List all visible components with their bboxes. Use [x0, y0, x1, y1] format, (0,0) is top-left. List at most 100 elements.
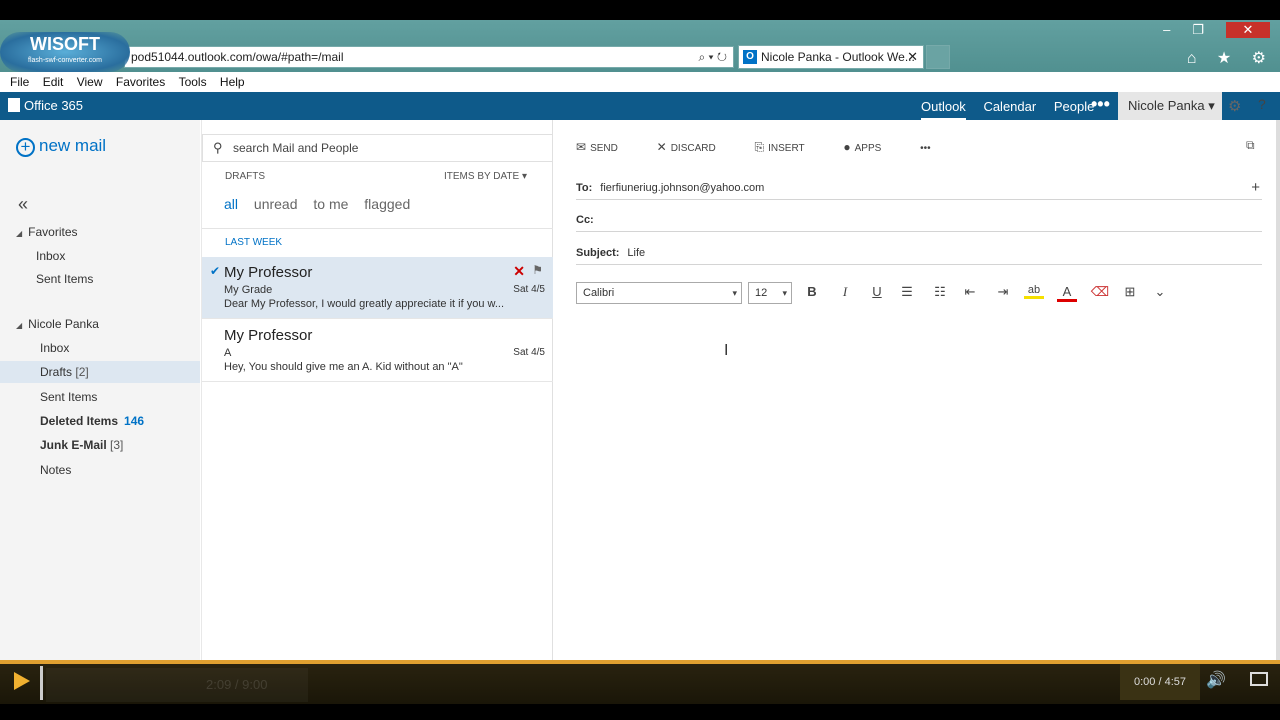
list-item[interactable]: My Professor A Hey, You should give me a…	[202, 320, 553, 382]
send-button[interactable]: ✉ SEND	[576, 140, 636, 154]
nav-calendar[interactable]: Calendar	[983, 99, 1036, 114]
clear-format-icon[interactable]: ⌫	[1090, 284, 1110, 300]
filter-all[interactable]: all	[224, 196, 238, 212]
collapse-pane-icon[interactable]: «	[18, 194, 28, 215]
to-label: To:	[576, 182, 593, 194]
insert-label: INSERT	[768, 143, 805, 154]
folder-label: Notes	[40, 463, 72, 477]
nav-people[interactable]: People	[1054, 99, 1094, 114]
to-field[interactable]: To: fierfiuneriug.johnson@yahoo.com +	[576, 176, 1262, 200]
font-family-value: Calibri	[583, 287, 615, 299]
folder-junk-email[interactable]: Junk E-Mail [3]	[0, 434, 200, 456]
italic-button[interactable]: I	[835, 284, 855, 300]
help-icon[interactable]: ?	[1258, 96, 1266, 112]
folder-inbox[interactable]: Inbox	[0, 337, 200, 359]
browser-tab-outlook[interactable]: O Nicole Panka - Outlook We... ✕	[738, 45, 924, 69]
browser-chrome: pod51044.outlook.com/owa/#path=/mail ⌕ ▾…	[0, 20, 1280, 92]
menu-favorites[interactable]: Favorites	[116, 72, 165, 92]
folder-label: Inbox	[40, 341, 70, 355]
address-search-refresh-icons[interactable]: ⌕ ▾ ↻	[698, 47, 727, 67]
favorite-inbox[interactable]: Inbox	[0, 245, 200, 267]
list-item[interactable]: ✔ My Professor My Grade Dear My Professo…	[202, 257, 553, 319]
filter-flagged[interactable]: flagged	[364, 196, 410, 212]
user-menu[interactable]: Nicole Panka ▾	[1118, 92, 1222, 120]
office365-brand[interactable]: Office 365	[8, 98, 83, 113]
more-format-icon[interactable]: ⌄	[1150, 284, 1170, 300]
volume-icon[interactable]: 🔊	[1206, 670, 1226, 690]
decrease-indent-icon[interactable]: ⇤	[960, 284, 980, 300]
account-label: Nicole Panka	[28, 317, 99, 331]
more-options-icon[interactable]: •••	[920, 143, 931, 154]
scrollbar[interactable]	[1276, 120, 1280, 660]
favorites-header[interactable]: ◢ Favorites	[16, 225, 78, 239]
discard-label: DISCARD	[670, 143, 716, 154]
font-family-select[interactable]: Calibri ▾	[576, 282, 742, 304]
discard-button[interactable]: ✕ DISCARD	[656, 140, 734, 154]
folder-sent-items[interactable]: Sent Items	[0, 386, 200, 408]
minimize-button[interactable]: –	[1163, 22, 1192, 37]
restore-button[interactable]: ❐	[1192, 22, 1226, 37]
menu-edit[interactable]: Edit	[43, 72, 64, 92]
filter-to-me[interactable]: to me	[313, 196, 348, 212]
search-input[interactable]: ⚲ search Mail and People	[202, 134, 553, 162]
numbering-icon[interactable]: ☷	[930, 284, 950, 300]
add-recipient-icon[interactable]: +	[1251, 176, 1260, 200]
new-mail-button[interactable]: + new mail	[16, 136, 106, 157]
video-player-bar: 2:09 / 9:00 0:00 / 4:57 🔊	[0, 660, 1280, 704]
cc-field[interactable]: Cc:	[576, 208, 1262, 232]
settings-gear-icon[interactable]: ⚙	[1228, 97, 1241, 115]
message-preview: Hey, You should give me an A. Kid withou…	[224, 361, 463, 373]
checkmark-icon[interactable]: ✔	[210, 264, 220, 278]
menu-help[interactable]: Help	[220, 72, 245, 92]
home-favorites-tools-icons[interactable]: ⌂ ★ ⚙	[1187, 48, 1274, 68]
folder-label: Junk E-Mail	[40, 438, 107, 452]
apps-button[interactable]: ● APPS	[843, 140, 899, 154]
folder-notes[interactable]: Notes	[0, 459, 200, 481]
font-size-select[interactable]: 12 ▾	[748, 282, 792, 304]
font-color-icon[interactable]: A	[1057, 284, 1077, 302]
popout-icon[interactable]: ⧉	[1246, 138, 1255, 153]
favorites-label: Favorites	[28, 225, 78, 239]
folder-count: 146	[124, 414, 145, 428]
fullscreen-icon[interactable]	[1250, 672, 1268, 686]
filter-unread[interactable]: unread	[254, 196, 298, 212]
play-icon[interactable]	[14, 672, 30, 690]
new-tab-button[interactable]	[926, 45, 950, 69]
folder-count: [3]	[110, 438, 124, 452]
tab-close-icon[interactable]: ✕	[907, 46, 918, 68]
account-header[interactable]: ◢ Nicole Panka	[16, 317, 99, 331]
menu-bar: File Edit View Favorites Tools Help	[0, 72, 1280, 92]
highlight-icon[interactable]: ab	[1024, 284, 1044, 299]
favorite-sent-items[interactable]: Sent Items	[0, 268, 200, 290]
flag-icon[interactable]: ⚑	[532, 263, 543, 277]
window-close-button[interactable]: ✕	[1226, 22, 1270, 38]
increase-indent-icon[interactable]: ⇥	[993, 284, 1013, 300]
plus-circle-icon: +	[16, 138, 35, 157]
nav-outlook[interactable]: Outlook	[921, 99, 966, 120]
underline-button[interactable]: U	[867, 284, 887, 299]
bullets-icon[interactable]: ☰	[897, 284, 917, 300]
to-recipient[interactable]: fierfiuneriug.johnson@yahoo.com	[600, 182, 764, 194]
menu-tools[interactable]: Tools	[179, 72, 207, 92]
table-icon[interactable]: ⊞	[1120, 284, 1140, 300]
menu-view[interactable]: View	[77, 72, 103, 92]
bold-button[interactable]: B	[802, 284, 822, 299]
watermark-logo: WISOFT flash-swf-converter.com	[0, 32, 130, 72]
folder-drafts[interactable]: Drafts [2]	[0, 361, 200, 383]
message-date: Sat 4/5	[513, 284, 545, 295]
more-apps-icon[interactable]: •••	[1091, 94, 1110, 115]
subject-field[interactable]: Subject: Life	[576, 241, 1262, 265]
delete-icon[interactable]: ✕	[513, 263, 525, 280]
address-bar[interactable]: pod51044.outlook.com/owa/#path=/mail ⌕ ▾…	[124, 46, 734, 68]
sort-dropdown[interactable]: ITEMS BY DATE ▾	[444, 171, 527, 182]
watermark-subtitle: flash-swf-converter.com	[28, 57, 102, 64]
menu-file[interactable]: File	[10, 72, 29, 92]
subject-value[interactable]: Life	[627, 247, 645, 259]
insert-button[interactable]: ⎘ INSERT	[755, 140, 823, 154]
brand-label: Office 365	[24, 98, 84, 113]
folder-deleted-items[interactable]: Deleted Items 146	[0, 410, 200, 432]
outlook-app: + new mail « ◢ Favorites Inbox Sent Items …	[0, 120, 1276, 660]
message-subject: My Grade	[224, 284, 273, 296]
progress-scrubber[interactable]	[40, 666, 43, 700]
discard-x-icon: ✕	[656, 140, 667, 154]
